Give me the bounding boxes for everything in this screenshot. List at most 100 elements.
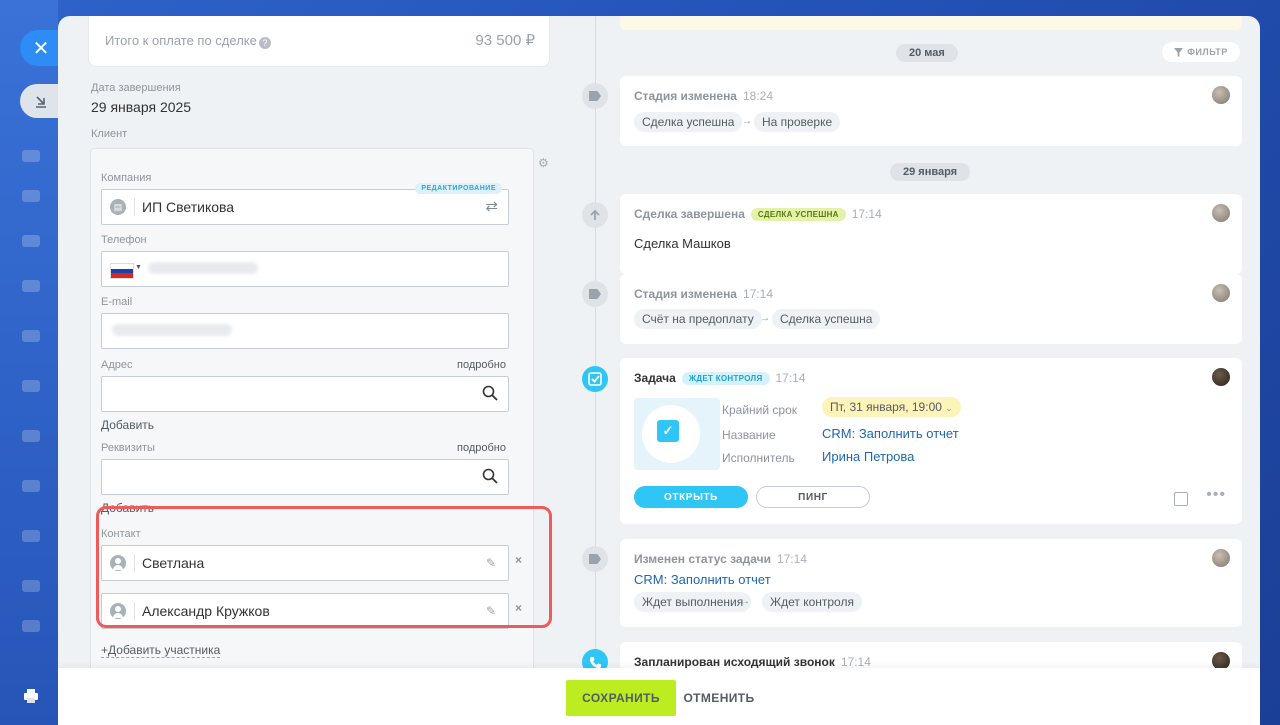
russia-flag-icon[interactable] xyxy=(110,263,134,279)
funnel-icon xyxy=(1174,47,1184,57)
checkbox-icon xyxy=(588,372,602,386)
nav-item[interactable] xyxy=(22,280,40,292)
nav-item[interactable] xyxy=(22,530,40,542)
task-link[interactable]: CRM: Заполнить отчет xyxy=(634,572,771,587)
timeline: 20 мая ФИЛЬТР Стадия изменена 18:24 Сделк… xyxy=(560,16,1260,676)
address-add-link[interactable]: Добавить xyxy=(101,418,154,432)
nav-item[interactable] xyxy=(22,235,40,247)
cancel-button[interactable]: ОТМЕНИТЬ xyxy=(683,680,754,716)
company-label: Компания xyxy=(101,172,152,184)
chevron-down-icon[interactable]: ▼ xyxy=(135,264,142,271)
status-badge: ЖДЕТ КОНТРОЛЯ xyxy=(681,372,770,385)
assignee-link[interactable]: Ирина Петрова xyxy=(822,449,914,464)
avatar[interactable] xyxy=(1212,284,1230,302)
total-value: 93 500 ₽ xyxy=(475,32,535,49)
close-date-label: Дата завершения xyxy=(91,82,181,94)
task-check-icon: ✓ xyxy=(657,420,679,442)
assignee-label: Исполнитель xyxy=(722,451,795,465)
requisites-field[interactable] xyxy=(101,459,509,495)
deal-panel: Итого к оплате по сделке? 93 500 ₽ Дата … xyxy=(58,16,1260,725)
nav-item[interactable] xyxy=(22,620,40,632)
address-more-link[interactable]: подробно xyxy=(457,359,506,371)
printer-icon xyxy=(24,689,38,703)
avatar[interactable] xyxy=(1212,204,1230,222)
note-icon[interactable] xyxy=(1174,492,1188,506)
email-label: E-mail xyxy=(101,296,133,308)
status-chip-from: Ждет выполнения xyxy=(634,592,752,612)
add-member-link[interactable]: +Добавить участника xyxy=(101,643,221,658)
deal-closed-event-icon xyxy=(582,202,608,228)
deal-fields-column: Итого к оплате по сделке? 93 500 ₽ Дата … xyxy=(76,16,552,690)
requisites-label: Реквизиты xyxy=(101,442,155,454)
footer-bar: СОХРАНИТЬ ОТМЕНИТЬ xyxy=(58,668,1260,725)
arrow-down-right-icon xyxy=(36,96,46,108)
edit-badge[interactable]: РЕДАКТИРОВАНИЕ xyxy=(415,183,502,194)
task-event-icon xyxy=(582,366,608,392)
stage-chip-from: Сделка успешна xyxy=(634,112,743,132)
date-separator: 29 января xyxy=(890,163,971,181)
phone-label: Телефон xyxy=(101,234,147,246)
tag-icon xyxy=(589,91,601,101)
task-name-link[interactable]: CRM: Заполнить отчет xyxy=(822,426,959,441)
task-card: Задача ЖДЕТ КОНТРОЛЯ 17:14 ✓ Крайний срок … xyxy=(620,358,1242,524)
search-icon[interactable] xyxy=(482,385,498,401)
nav-item[interactable] xyxy=(22,480,40,492)
stage-event-icon xyxy=(582,281,608,307)
nav-item[interactable] xyxy=(22,580,40,592)
phone-field[interactable]: ▼ xyxy=(101,251,509,287)
task-illustration: ✓ xyxy=(634,398,720,470)
partial-card xyxy=(620,16,1242,30)
search-icon[interactable] xyxy=(482,468,498,484)
avatar[interactable] xyxy=(1212,368,1230,386)
arrow-right-icon: → xyxy=(742,116,752,127)
minimize-button[interactable] xyxy=(20,84,62,118)
close-slider-button[interactable]: ✕ xyxy=(20,30,62,66)
address-label: Адрес xyxy=(101,359,133,371)
status-badge: СДЕЛКА УСПЕШНА xyxy=(750,208,846,221)
timeline-item: Стадия изменена 17:14 Счёт на предоплату … xyxy=(620,274,1242,344)
help-icon[interactable]: ? xyxy=(258,37,271,49)
open-task-button[interactable]: ОТКРЫТЬ xyxy=(634,486,748,508)
status-chip-to: Ждет контроля xyxy=(762,592,862,612)
nav-item[interactable] xyxy=(22,190,40,202)
event-title: Сделка завершена СДЕЛКА УСПЕШНА 17:14 xyxy=(634,207,882,221)
print-button[interactable] xyxy=(20,686,42,706)
arrow-up-icon xyxy=(590,209,600,220)
event-title: Стадия изменена 17:14 xyxy=(634,287,774,301)
stage-chip-to: Сделка успешна xyxy=(772,309,881,329)
nav-item[interactable] xyxy=(22,330,40,342)
arrow-right-icon: → xyxy=(740,596,750,607)
avatar[interactable] xyxy=(1212,549,1230,567)
save-button[interactable]: СОХРАНИТЬ xyxy=(566,680,676,716)
close-date-value: 29 января 2025 xyxy=(91,99,192,115)
ping-button[interactable]: ПИНГ xyxy=(756,486,870,508)
nav-item[interactable] xyxy=(22,380,40,392)
swap-icon[interactable]: ⇄ xyxy=(485,197,498,215)
deadline-label: Крайний срок xyxy=(722,403,798,417)
requisites-more-link[interactable]: подробно xyxy=(457,442,506,454)
email-value-blurred xyxy=(112,324,232,336)
event-title: Задача ЖДЕТ КОНТРОЛЯ 17:14 xyxy=(634,371,806,385)
timeline-item: Изменен статус задачи 17:14 CRM: Заполнит… xyxy=(620,539,1242,627)
nav-item[interactable] xyxy=(22,430,40,442)
company-field[interactable]: РЕДАКТИРОВАНИЕ ▤ ИП Светикова ⇄ xyxy=(101,183,509,225)
deadline-chip[interactable]: Пт, 31 января, 19:00 ⌄ xyxy=(822,397,961,417)
phone-value-blurred xyxy=(148,262,258,274)
timeline-item: Сделка завершена СДЕЛКА УСПЕШНА 17:14 Сдел… xyxy=(620,194,1242,274)
event-body: Сделка Машков xyxy=(634,236,731,251)
timeline-line xyxy=(595,16,596,676)
address-field[interactable] xyxy=(101,376,509,412)
company-value: ИП Светикова xyxy=(142,199,235,215)
more-options-icon[interactable]: ••• xyxy=(1206,486,1226,504)
company-icon: ▤ xyxy=(110,199,126,215)
avatar[interactable] xyxy=(1212,86,1230,104)
task-name-label: Название xyxy=(722,428,776,442)
total-label: Итого к оплате по сделке? xyxy=(105,33,271,49)
email-field[interactable] xyxy=(101,313,509,349)
arrow-right-icon: → xyxy=(760,313,770,324)
nav-item[interactable] xyxy=(22,150,40,162)
filter-button[interactable]: ФИЛЬТР xyxy=(1162,42,1240,62)
gear-icon[interactable]: ⚙ xyxy=(538,156,550,170)
timeline-item: Стадия изменена 18:24 Сделка успешна → На… xyxy=(620,76,1242,146)
phone-icon xyxy=(589,656,601,668)
